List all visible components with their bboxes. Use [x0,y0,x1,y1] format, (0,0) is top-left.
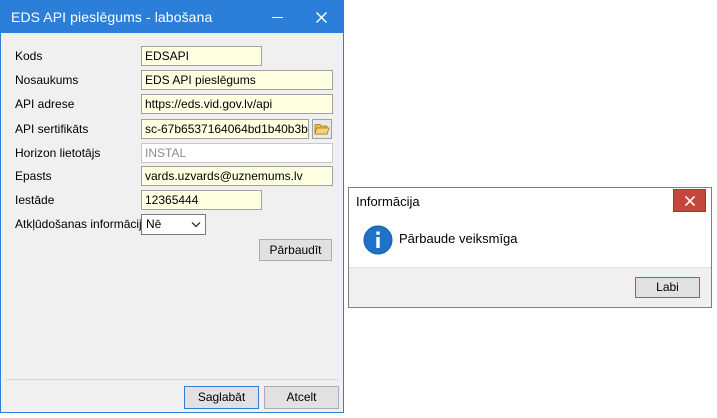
info-dialog-title: Informācija [356,194,420,209]
email-field[interactable]: vards.uzvards@uznemums.lv [141,166,333,186]
minimize-icon [271,16,283,18]
debug-info-label: Atkļūdošanas informācija [15,217,149,231]
api-address-field[interactable]: https://eds.vid.gov.lv/api [141,94,333,114]
cancel-button[interactable]: Atcelt [264,386,339,409]
code-field[interactable]: EDSAPI [141,46,262,66]
minimize-button[interactable] [257,1,297,33]
info-icon [363,225,393,255]
close-icon [684,195,695,206]
institution-label: Iestāde [15,193,55,207]
horizon-user-field: INSTAL [141,143,333,163]
info-close-button[interactable] [673,189,706,212]
api-certificate-field[interactable]: sc-67b6537164064bd1b40b3b26f [141,119,309,139]
close-icon [315,11,327,23]
ok-button[interactable]: Labi [635,277,700,298]
debug-info-value: Nē [146,217,162,231]
save-button[interactable]: Saglabāt [184,386,259,409]
name-label: Nosaukums [15,73,79,87]
debug-info-select[interactable]: Nē [141,214,206,235]
check-button[interactable]: Pārbaudīt [259,239,332,261]
api-address-label: API adrese [15,97,75,111]
info-footer: Labi [349,267,711,307]
info-body: Pārbaude veiksmīga [349,215,711,267]
title-bar[interactable]: EDS API pieslēgums - labošana [1,1,343,33]
window-title: EDS API pieslēgums - labošana [11,9,213,25]
info-title-bar[interactable]: Informācija [349,188,711,215]
horizon-user-label: Horizon lietotājs [15,146,101,160]
browse-certificate-button[interactable] [312,119,332,139]
chevron-down-icon [191,222,201,228]
info-dialog: Informācija Pārbaude veiksmīga Labi [348,187,712,308]
folder-icon [314,124,330,135]
institution-field[interactable]: 12365444 [141,190,262,210]
close-button[interactable] [301,1,341,33]
info-message: Pārbaude veiksmīga [399,231,518,246]
name-field[interactable]: EDS API pieslēgums [141,70,333,90]
footer-separator [6,379,338,380]
email-label: Epasts [15,169,52,183]
api-certificate-label: API sertifikāts [15,122,89,136]
edit-window: EDS API pieslēgums - labošana Kods EDSAP… [0,0,344,413]
code-label: Kods [15,49,43,63]
